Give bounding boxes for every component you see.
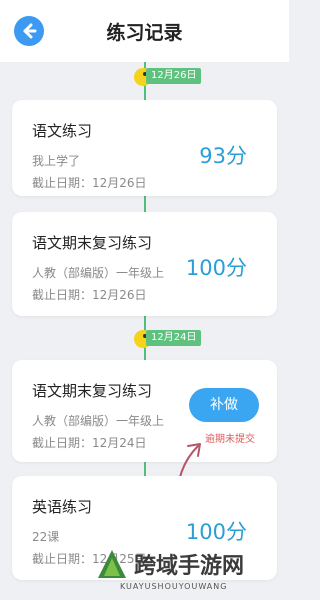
card-subtitle: 我上学了 <box>32 154 81 168</box>
card-title: 语文期末复习练习 <box>32 234 153 252</box>
card-title: 语文练习 <box>32 122 93 140</box>
card-subtitle: 人教（部编版）一年级上 <box>32 266 165 280</box>
card-subtitle: 人教（部编版）一年级上 <box>32 414 165 428</box>
watermark-subtext: KUAYUSHOUYOUWANG <box>120 582 228 591</box>
page-title: 练习记录 <box>106 22 183 44</box>
timeline-line <box>144 462 146 476</box>
card-title: 语文期末复习练习 <box>32 382 153 400</box>
card-score: 93分 <box>199 144 247 168</box>
card-score: 100分 <box>185 520 247 544</box>
card-deadline: 截止日期：12月26日 <box>32 176 147 190</box>
exercise-card[interactable]: 语文练习 我上学了 截止日期：12月26日 93分 <box>12 100 277 196</box>
card-deadline: 截止日期：12月25日 <box>32 552 147 566</box>
card-score: 100分 <box>185 256 247 280</box>
card-subtitle: 22课 <box>32 530 60 544</box>
header-bar: 练习记录 <box>0 0 289 62</box>
makeup-button[interactable]: 补做 <box>189 388 259 422</box>
exercise-card[interactable]: 语文期末复习练习 人教（部编版）一年级上 截止日期：12月26日 100分 <box>12 212 277 316</box>
card-deadline: 截止日期：12月24日 <box>32 436 147 450</box>
card-title: 英语练习 <box>32 498 93 516</box>
watermark-logo-icon <box>98 550 126 578</box>
date-tag: 12月26日 <box>146 68 202 84</box>
exercise-card[interactable]: 语文期末复习练习 人教（部编版）一年级上 截止日期：12月24日 补做 逾期未提… <box>12 360 277 462</box>
date-tag: 12月24日 <box>146 330 202 346</box>
watermark-text: 跨域手游网 <box>134 554 245 579</box>
card-deadline: 截止日期：12月26日 <box>32 288 147 302</box>
overdue-status: 逾期未提交 <box>205 434 255 445</box>
